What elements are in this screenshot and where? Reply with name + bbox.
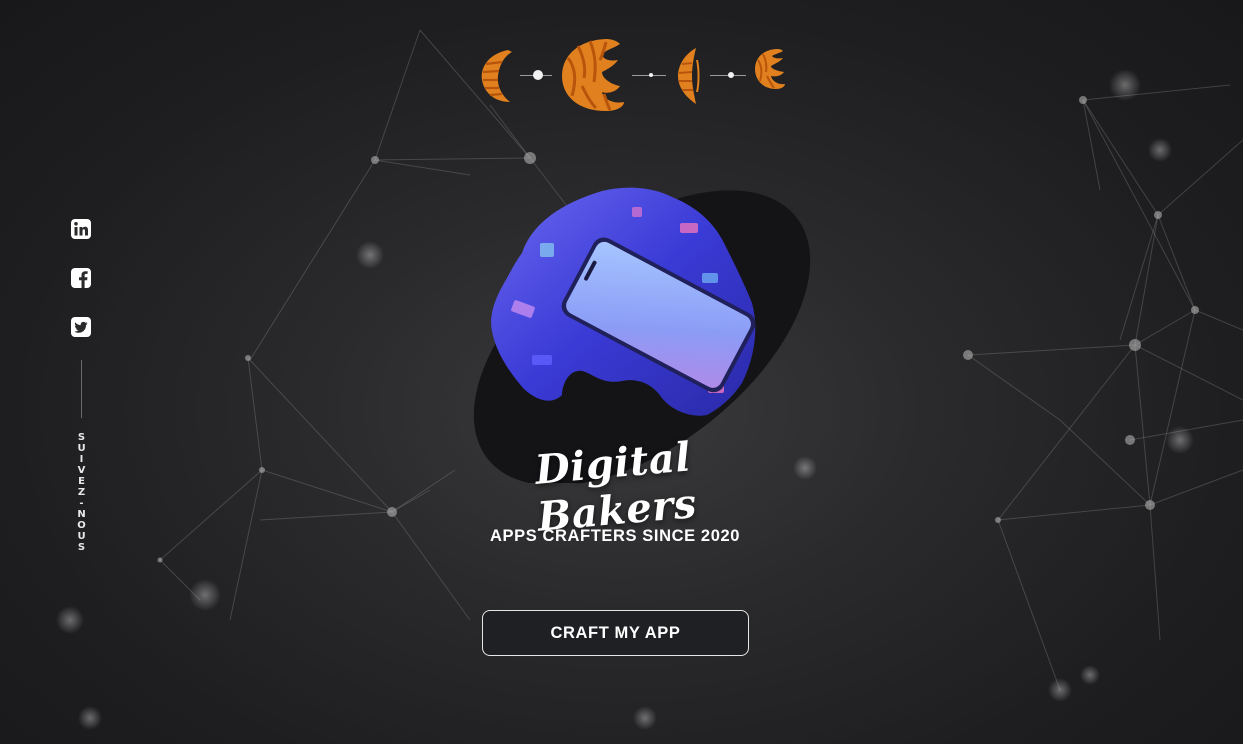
croissant-step-3-icon[interactable]: [676, 46, 704, 106]
tagline: APPS CRAFTERS SINCE 2020: [489, 527, 741, 545]
croissant-step-2-icon[interactable]: [560, 38, 626, 112]
facebook-icon[interactable]: [70, 267, 92, 289]
croissant-step-4-icon[interactable]: [754, 48, 786, 90]
step-dot[interactable]: [649, 73, 653, 77]
croissant-step-1-icon[interactable]: [478, 48, 516, 104]
twitter-icon[interactable]: [70, 316, 92, 338]
social-sidebar: SUIVEZ-NOUS: [68, 218, 94, 553]
step-dot[interactable]: [533, 70, 543, 80]
social-divider: [80, 360, 82, 418]
follow-us-label: SUIVEZ-NOUS: [76, 432, 87, 553]
step-dot[interactable]: [728, 72, 734, 78]
craft-my-app-button[interactable]: CRAFT MY APP: [482, 610, 749, 656]
linkedin-icon[interactable]: [70, 218, 92, 240]
step-navigation: [478, 38, 788, 112]
